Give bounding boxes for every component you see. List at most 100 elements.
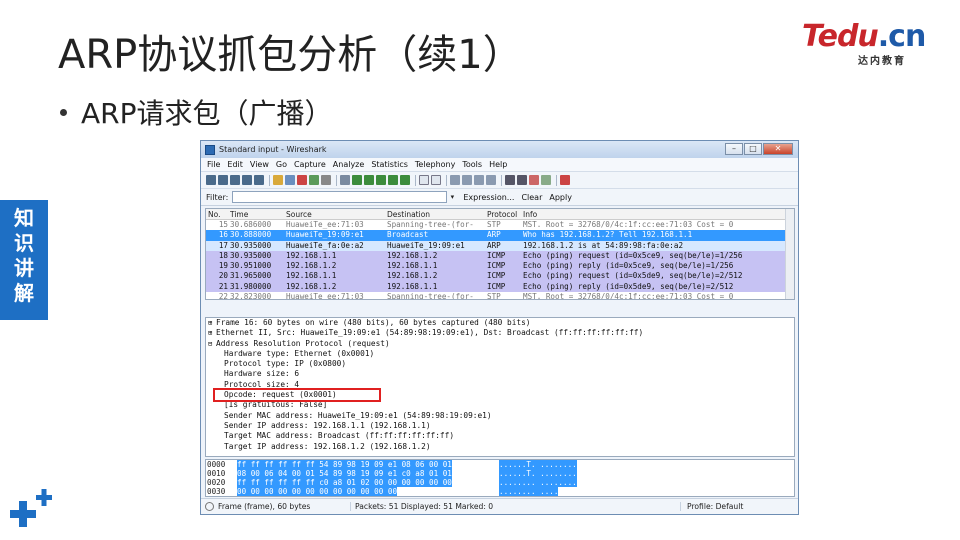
resize-columns-icon[interactable] [486, 175, 496, 185]
zoom-normal-icon[interactable] [474, 175, 484, 185]
maximize-button[interactable]: □ [744, 143, 762, 155]
expand-icon[interactable]: ⊞ [208, 318, 216, 328]
hex-offset[interactable]: 0030 [206, 487, 237, 496]
hex-bytes[interactable]: ff ff ff ff ff ff 54 89 98 19 09 e1 08 0… [237, 460, 497, 469]
menu-go[interactable]: Go [276, 160, 287, 169]
zoom-in-icon[interactable] [450, 175, 460, 185]
packet-cell-time: 30.935000 [230, 240, 272, 250]
menu-analyze[interactable]: Analyze [333, 160, 365, 169]
column-info[interactable]: Info [523, 209, 794, 219]
detail-tree-item[interactable]: Sender MAC address: HuaweiTe_19:09:e1 (5… [206, 411, 794, 421]
go-to-packet-icon[interactable] [376, 175, 386, 185]
packet-row[interactable]: 16 30.888000 HuaweiTe_19:09:e1 Broadcast ARP… [206, 230, 794, 241]
menu-capture[interactable]: Capture [294, 160, 326, 169]
colorize-icon[interactable] [419, 175, 429, 185]
menu-telephony[interactable]: Telephony [415, 160, 455, 169]
go-back-icon[interactable] [352, 175, 362, 185]
find-packet-icon[interactable] [340, 175, 350, 185]
expand-icon[interactable]: ⊞ [208, 328, 216, 338]
hex-ascii[interactable]: ......T. ........ [499, 460, 589, 469]
close-button[interactable]: ✕ [763, 143, 793, 155]
packet-cell-no: 20 [218, 271, 228, 281]
bullet-text: ARP请求包（广播） [81, 97, 333, 130]
close-file-icon[interactable] [297, 175, 307, 185]
status-profile[interactable]: Profile: Default [680, 502, 743, 511]
packet-list-scrollbar[interactable] [785, 209, 794, 299]
packet-row[interactable]: 19 30.951000 192.168.1.2 192.168.1.1 ICMP Ech… [206, 261, 794, 272]
hex-ascii[interactable]: ......T. ........ [499, 469, 589, 478]
packet-details: ⊞ Frame 16: 60 bytes on wire (480 bits), … [205, 317, 795, 457]
menu-edit[interactable]: Edit [227, 160, 243, 169]
coloring-rules-icon[interactable] [529, 175, 539, 185]
hex-ascii[interactable]: ........ .... [499, 487, 589, 496]
open-file-icon[interactable] [273, 175, 283, 185]
hex-bytes[interactable]: 08 00 06 04 00 01 54 89 98 19 09 e1 c0 a… [237, 469, 497, 478]
menu-help[interactable]: Help [489, 160, 507, 169]
column-source[interactable]: Source [286, 209, 387, 219]
expression-button[interactable]: Expression... [463, 193, 514, 202]
packet-row[interactable]: 15 30.686000 HuaweiTe_ee:71:03 Spanning-tre… [206, 220, 794, 231]
options-icon[interactable] [218, 175, 228, 185]
detail-tree-item[interactable]: ⊟ Address Resolution Protocol (request) [206, 339, 794, 349]
collapse-icon[interactable]: ⊟ [208, 339, 216, 349]
hex-bytes[interactable]: ff ff ff ff ff ff c0 a8 01 02 00 00 00 0… [237, 478, 497, 487]
hex-offset[interactable]: 0010 [206, 469, 237, 478]
column-destination[interactable]: Destination [387, 209, 487, 219]
reload-icon[interactable] [309, 175, 319, 185]
packet-cell-proto: ICMP [487, 250, 506, 260]
detail-tree-item[interactable]: Target MAC address: Broadcast (ff:ff:ff:… [206, 431, 794, 441]
detail-tree-item[interactable]: Protocol type: IP (0x0800) [206, 359, 794, 369]
menu-file[interactable]: File [207, 160, 220, 169]
go-first-icon[interactable] [388, 175, 398, 185]
hex-ascii[interactable]: ........ ........ [499, 478, 589, 487]
start-capture-icon[interactable] [230, 175, 240, 185]
zoom-out-icon[interactable] [462, 175, 472, 185]
help-icon[interactable] [560, 175, 570, 185]
packet-row[interactable]: 17 30.935000 HuaweiTe_fa:0e:a2 HuaweiTe_19:… [206, 240, 794, 251]
packet-row[interactable]: 22 32.823000 HuaweiTe_ee:71:03 Spanning-tre… [206, 292, 794, 299]
minimize-button[interactable]: – [725, 143, 743, 155]
status-frame: Frame (frame), 60 bytes [218, 502, 311, 511]
detail-tree-item[interactable]: ⊞ Frame 16: 60 bytes on wire (480 bits), … [206, 318, 794, 328]
menu-statistics[interactable]: Statistics [371, 160, 408, 169]
detail-tree-item[interactable]: Target IP address: 192.168.1.2 (192.168.… [206, 442, 794, 452]
hex-offset[interactable]: 0020 [206, 478, 237, 487]
hex-offset[interactable]: 0000 [206, 460, 237, 469]
display-filters-icon[interactable] [517, 175, 527, 185]
detail-tree-item[interactable]: Hardware size: 6 [206, 369, 794, 379]
packet-row[interactable]: 20 31.965000 192.168.1.1 192.168.1.2 ICMP Ech… [206, 271, 794, 282]
column-protocol[interactable]: Protocol [487, 209, 523, 219]
hex-bytes[interactable]: 00 00 00 00 00 00 00 00 00 00 00 00 [237, 487, 497, 496]
save-file-icon[interactable] [285, 175, 295, 185]
autoscroll-icon[interactable] [431, 175, 441, 185]
packet-list: No. Time Source Destination Protocol Inf… [205, 208, 795, 300]
detail-tree-item[interactable]: ⊞ Ethernet II, Src: HuaweiTe_19:09:e1 (54… [206, 328, 794, 338]
filter-dropdown-icon[interactable]: ▾ [447, 191, 457, 203]
detail-tree-item[interactable]: Hardware type: Ethernet (0x0001) [206, 349, 794, 359]
interfaces-icon[interactable] [206, 175, 216, 185]
capture-filters-icon[interactable] [505, 175, 515, 185]
hex-row: 0030 00 00 00 00 00 00 00 00 00 00 00 00.… [206, 487, 794, 496]
filter-input[interactable] [232, 191, 448, 203]
hex-offset-text: 0020 [207, 478, 226, 487]
packet-row[interactable]: 18 30.935000 192.168.1.1 192.168.1.2 ICMP Ech… [206, 250, 794, 262]
packet-cell-proto: ARP [487, 230, 501, 240]
wireshark-app-icon [205, 144, 215, 155]
stop-capture-icon[interactable] [242, 175, 252, 185]
menu-view[interactable]: View [250, 160, 269, 169]
go-forward-icon[interactable] [364, 175, 374, 185]
preferences-icon[interactable] [541, 175, 551, 185]
clear-button[interactable]: Clear [521, 193, 542, 202]
window-titlebar[interactable]: Standard input - Wireshark – □ ✕ [201, 141, 798, 158]
go-last-icon[interactable] [400, 175, 410, 185]
packet-row[interactable]: 21 31.980000 192.168.1.2 192.168.1.1 ICMP Ech… [206, 281, 794, 293]
menu-tools[interactable]: Tools [462, 160, 482, 169]
packet-cell-no: 19 [218, 261, 228, 271]
expert-info-icon[interactable] [205, 502, 214, 511]
apply-button[interactable]: Apply [549, 193, 572, 202]
restart-capture-icon[interactable] [254, 175, 264, 185]
print-icon[interactable] [321, 175, 331, 185]
column-time[interactable]: Time [230, 209, 286, 219]
column-no[interactable]: No. [206, 209, 230, 219]
detail-tree-item[interactable]: Sender IP address: 192.168.1.1 (192.168.… [206, 421, 794, 431]
